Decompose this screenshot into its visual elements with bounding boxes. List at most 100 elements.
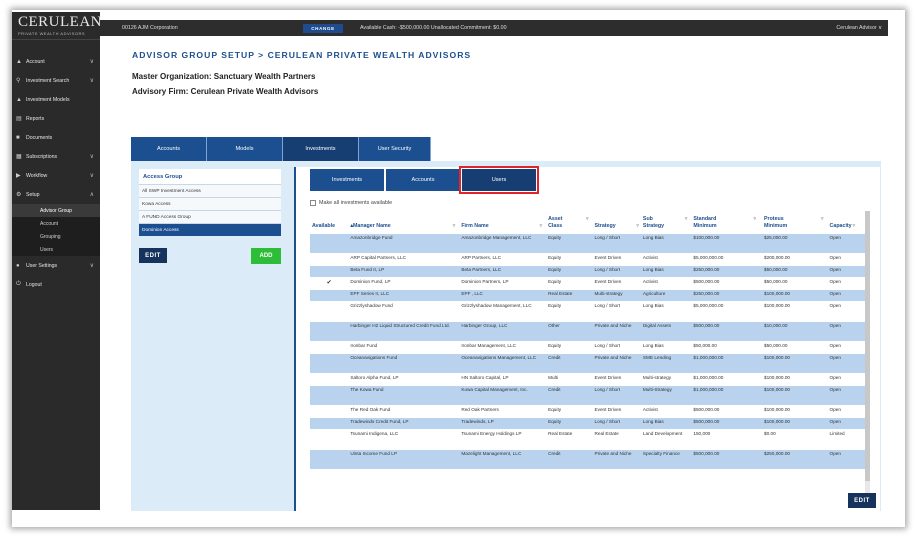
tab-investments[interactable]: Investments <box>283 137 359 161</box>
filter-icon[interactable]: ▿ <box>685 216 688 222</box>
filter-icon[interactable]: ▿ <box>586 216 589 222</box>
table-row[interactable]: Saltoro Alpha Fund, LP HN Saltoro Capital… <box>310 372 870 385</box>
filter-icon[interactable]: ▿ <box>753 216 756 222</box>
cell-capacity: Open <box>827 288 870 301</box>
sidebar-item-investment-search[interactable]: ⚲ Investment Search ∨ <box>12 71 100 90</box>
cell-available[interactable]: ✔ <box>310 276 349 289</box>
sidebar-item-workflow[interactable]: ▶ Workflow ∨ <box>12 166 100 185</box>
edit-access-group-button[interactable]: EDIT <box>139 248 167 263</box>
col-manager-name[interactable]: ▴Manager Name ▿ <box>348 211 459 233</box>
cell-capacity: Open <box>827 340 870 353</box>
make-all-available[interactable]: Make all investments available <box>310 200 392 206</box>
filter-icon[interactable]: ▿ <box>821 216 824 222</box>
table-row[interactable]: Tradewinds Credit Fund, LP Tradewinds, LP… <box>310 416 870 429</box>
table-row[interactable]: Oceanavigations Fund Oceanavigations Mana… <box>310 352 870 373</box>
filter-icon[interactable]: ▿ <box>636 223 639 229</box>
chevron-down-icon: ∨ <box>89 59 94 65</box>
subtab-investments[interactable]: Investments <box>310 169 384 191</box>
sidebar: CERULEAN PRIVATE WEALTH ADVISORS ☰ ▲ Acco… <box>12 12 116 510</box>
cell-available[interactable] <box>310 252 349 265</box>
sidebar-item-user-settings[interactable]: ● User Settings ∨ <box>12 256 100 275</box>
cell-firm-name: Beta Partners, LLC <box>459 264 547 277</box>
table-row[interactable]: The Kowa Fund Kowa Capital Management, In… <box>310 384 870 405</box>
subtab-accounts[interactable]: Accounts <box>386 169 460 191</box>
table-row[interactable]: Harbinger H2 Liquid Structured Credit Fu… <box>310 320 870 341</box>
cell-available[interactable] <box>310 288 349 301</box>
sidebar-subitem-advisor-group[interactable]: Advisor Group <box>12 204 100 217</box>
col-standard-minimum[interactable]: Standard Minimum ▿ <box>691 211 762 233</box>
cell-strategy: Multi-strategy <box>592 288 641 301</box>
table-row[interactable]: EPF Series II, LLC EPF , LLC Real Estate Mu… <box>310 288 870 301</box>
cell-available[interactable] <box>310 300 349 321</box>
access-group-title: Access Group <box>139 169 281 184</box>
cell-manager-name: The Kowa Fund <box>348 384 460 405</box>
table-row[interactable]: Ironbar Fund Ironbar Management, LLC Equit… <box>310 340 870 353</box>
col-proteus-minimum[interactable]: Proteus Minimum ▿ <box>762 211 828 233</box>
logo-area: CERULEAN PRIVATE WEALTH ADVISORS ☰ <box>12 12 116 40</box>
make-all-checkbox[interactable] <box>310 200 316 206</box>
cell-available[interactable] <box>310 416 349 429</box>
col-std-label: Standard Minimum <box>693 216 717 229</box>
sidebar-item-setup[interactable]: ⚙ Setup ∧ <box>12 185 100 204</box>
sidebar-item-reports[interactable]: ▤ Reports <box>12 109 100 128</box>
filter-icon[interactable]: ▿ <box>853 223 856 229</box>
table-row[interactable]: Amazonbridge Fund Amazonbridge Management… <box>310 232 870 253</box>
cell-available[interactable] <box>310 340 349 353</box>
access-group-item-selected[interactable]: Dominion Access <box>139 223 281 236</box>
cell-proteus-minimum: $50,000.00 <box>761 264 828 277</box>
table-row[interactable]: Tsunami Indigena, LLC Tsunami Energy Hold… <box>310 428 870 449</box>
col-capacity[interactable]: Capacity▿ <box>828 211 870 233</box>
table-row[interactable]: ✔ Dominion Fund, LP Dominion Partners, LP E… <box>310 276 870 289</box>
tab-models[interactable]: Models <box>207 137 283 161</box>
cell-available[interactable] <box>310 404 349 417</box>
sidebar-item-subscriptions[interactable]: ▦ Subscriptions ∨ <box>12 147 100 166</box>
edit-investments-button[interactable]: EDIT <box>848 493 876 508</box>
setup-submenu: Advisor Group Account Grouping Users <box>12 204 100 256</box>
filter-icon[interactable]: ▿ <box>540 223 543 229</box>
sidebar-subitem-account[interactable]: Account <box>12 217 100 230</box>
col-sub-strategy[interactable]: Sub Strategy ▿ <box>641 211 691 233</box>
table-row[interactable]: Uinta Income Fund LP Mazelight Management… <box>310 448 870 469</box>
cell-available[interactable] <box>310 428 349 449</box>
col-firm-name[interactable]: Firm Name ▿ <box>459 211 546 233</box>
col-available[interactable]: Available <box>310 211 348 233</box>
table-scrollbar[interactable] <box>865 211 870 494</box>
cell-proteus-minimum: $25,000.00 <box>761 232 828 253</box>
col-capacity-label: Capacity <box>829 222 852 229</box>
logo[interactable]: CERULEAN PRIVATE WEALTH ADVISORS <box>18 15 102 37</box>
sidebar-subitem-users[interactable]: Users <box>12 243 100 256</box>
col-strategy[interactable]: Strategy ▿ <box>592 211 640 233</box>
cell-available[interactable] <box>310 384 349 405</box>
cell-available[interactable] <box>310 352 349 373</box>
sidebar-item-account[interactable]: ▲ Account ∨ <box>12 52 100 71</box>
cell-available[interactable] <box>310 372 349 385</box>
user-menu[interactable]: Cerulean Advisor ∨ <box>836 25 882 31</box>
cell-capacity: Open <box>827 352 870 373</box>
col-asset-class[interactable]: Asset Class ▿ <box>546 211 592 233</box>
cell-available[interactable] <box>310 320 349 341</box>
sidebar-item-logout[interactable]: ⏻ Logout <box>12 275 100 294</box>
sidebar-item-documents[interactable]: ■ Documents <box>12 128 100 147</box>
change-button[interactable]: CHANGE <box>303 24 343 33</box>
table-row[interactable]: Grizzlyshadow Fund Grizzlyshadow Manageme… <box>310 300 870 321</box>
filter-icon[interactable]: ▿ <box>453 223 456 229</box>
cell-manager-name: Tradewinds Credit Fund, LP <box>348 416 460 429</box>
table-row[interactable]: The Red Oak Fund Red Oak Partners Equity Ev… <box>310 404 870 417</box>
cell-proteus-minimum: $100,000.00 <box>761 372 828 385</box>
add-access-group-button[interactable]: ADD <box>251 248 281 264</box>
subtab-users[interactable]: Users <box>459 166 539 194</box>
table-row[interactable]: Beta Fund II, LP Beta Partners, LLC Equity… <box>310 264 870 277</box>
cell-available[interactable] <box>310 448 349 469</box>
access-group-item[interactable]: A FUND Access Group <box>139 210 281 223</box>
tab-user-security[interactable]: User Security <box>359 137 431 161</box>
access-group-item[interactable]: All SWP Investment Access <box>139 184 281 197</box>
access-group-item[interactable]: Kowa Access <box>139 197 281 210</box>
cell-strategy: Real Estate <box>592 428 641 449</box>
sidebar-subitem-grouping[interactable]: Grouping <box>12 230 100 243</box>
cell-available[interactable] <box>310 264 349 277</box>
table-row[interactable]: ARP Capital Partners, LLC ARP Partners, L… <box>310 252 870 265</box>
tab-accounts[interactable]: Accounts <box>131 137 207 161</box>
scrollbar-thumb[interactable] <box>865 211 870 481</box>
cell-available[interactable] <box>310 232 349 253</box>
sidebar-item-investment-models[interactable]: ▲ Investment Models <box>12 90 100 109</box>
